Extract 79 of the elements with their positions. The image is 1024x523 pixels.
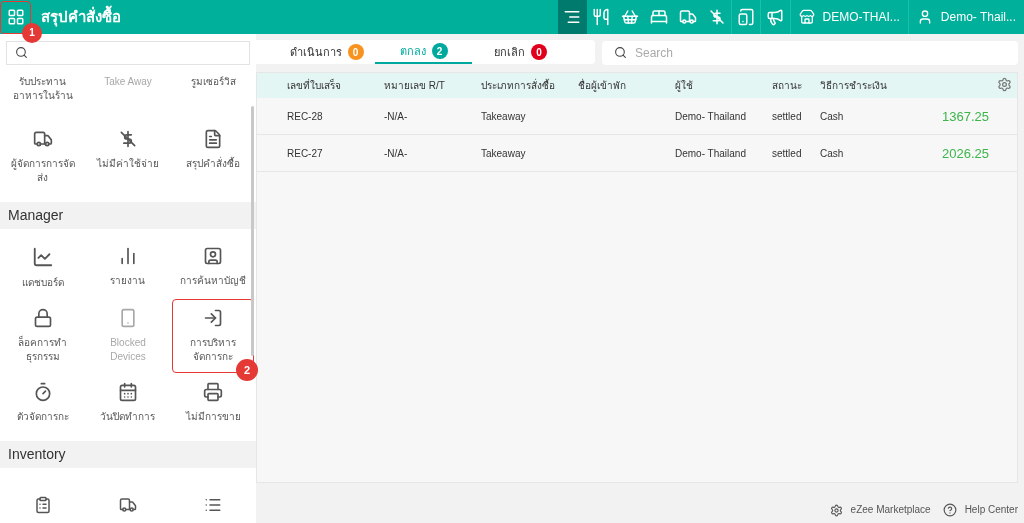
megaphone-icon [766, 8, 784, 26]
help-link[interactable]: Help Center [964, 502, 1018, 517]
amount-cell: 1367.25 [942, 109, 989, 124]
scrollbar[interactable] [251, 106, 254, 356]
column-header: ผู้ใช้ [675, 79, 694, 93]
table-cell: -N/A- [384, 110, 408, 122]
contact-card-icon [203, 246, 224, 266]
callout-badge: 1 [22, 22, 42, 43]
section-header: Manager [0, 202, 256, 229]
menu-tile[interactable]: วันปิดทำการ [87, 373, 169, 433]
truck-icon [679, 8, 697, 26]
column-header: ชื่อผู้เข้าพัก [578, 78, 627, 93]
lock-icon [32, 308, 53, 328]
page-title: สรุปคำสั่งซื้อ [41, 5, 121, 29]
settings-icon[interactable] [997, 77, 1012, 92]
callout-badge: 2 [236, 359, 258, 381]
menu-tile[interactable]: สรุปคำสั่งซื้อ [172, 120, 255, 194]
table-cell: settled [772, 147, 802, 159]
menu-tile[interactable]: รายงาน [87, 237, 169, 299]
menu-tile[interactable]: การค้นหาบัญชี [172, 237, 255, 299]
table-cell: REC-27 [287, 147, 323, 159]
search-icon [15, 46, 28, 59]
menu-tile[interactable]: รูมเซอร์วิส [172, 66, 255, 112]
table-row[interactable]: REC-27 -N/A- Takeaway Demo- Thailand settled Cash 2026.25 [257, 135, 1017, 172]
basket-icon [621, 8, 639, 26]
table-cell: Takeaway [481, 147, 526, 159]
column-header: สถานะ [772, 79, 803, 93]
menu-tile[interactable]: ผู้จัดการการจัด ส่ง [1, 120, 84, 194]
login-icon [203, 308, 224, 328]
menu-tile[interactable]: รับประทาน อาหารในร้าน [1, 66, 84, 112]
menu-tile[interactable]: ล็อคการทำ ธุรกรรม [1, 299, 84, 373]
table-cell: Cash [820, 147, 844, 159]
table-cell: Cash [820, 110, 844, 122]
table-cell: Demo- Thailand [675, 147, 746, 159]
clipboard-icon [33, 496, 52, 514]
column-header: ประเภทการสั่งซื้อ [481, 78, 556, 93]
search-field[interactable] [6, 41, 250, 65]
phone-icon [736, 8, 755, 26]
settings-icon[interactable] [829, 504, 843, 517]
dollar-off-icon [118, 129, 138, 149]
table-cell: -N/A- [384, 147, 408, 159]
bed-icon [650, 8, 668, 26]
marketplace-link[interactable]: eZee Marketplace [850, 502, 931, 517]
table-cell: Demo- Thailand [675, 110, 746, 122]
table-cell: Takeaway [481, 110, 526, 122]
sort-icon [563, 8, 581, 26]
truck-icon [32, 129, 53, 149]
register-icon [203, 382, 224, 402]
help-icon[interactable] [942, 503, 957, 517]
dollar-off-icon [707, 8, 726, 26]
section-header: Inventory [0, 441, 256, 468]
status-tab[interactable]: ดำเนินการ 0 [278, 40, 375, 64]
menu-tile[interactable]: ไม่มีค่าใช้จ่าย [87, 120, 169, 194]
count-badge: 0 [347, 44, 364, 60]
truck-icon [119, 496, 137, 514]
column-header: วิธีการชำระเงิน [820, 79, 888, 93]
amount-cell: 2026.25 [942, 146, 989, 161]
status-tab[interactable]: ยกเลิก 0 [472, 40, 569, 64]
menu-tile[interactable]: ตัวจัดการกะ [1, 373, 84, 433]
calendar-icon [118, 382, 138, 402]
table-cell: settled [772, 110, 802, 122]
utensils-icon [592, 8, 610, 26]
column-header: หมายเลข R/T [384, 79, 446, 93]
document-icon [203, 129, 224, 149]
toolbar-button[interactable] [557, 0, 587, 34]
menu-tile[interactable]: แดชบอร์ด [1, 237, 84, 299]
grid-icon [6, 8, 25, 26]
table-cell: REC-28 [287, 110, 323, 122]
bar-chart-icon [118, 246, 138, 266]
search-icon [614, 46, 627, 59]
column-header: เลขที่ใบเสร็จ [287, 78, 342, 93]
count-badge: 0 [531, 44, 547, 60]
table-row[interactable]: REC-28 -N/A- Takeaway Demo- Thailand settled Cash 1367.25 [257, 98, 1017, 135]
line-chart-icon [31, 246, 54, 268]
store-icon [798, 9, 815, 25]
list-icon [204, 496, 223, 514]
count-badge: 2 [431, 43, 448, 59]
phone-icon [118, 308, 138, 328]
search-field[interactable]: Search [602, 41, 1018, 65]
